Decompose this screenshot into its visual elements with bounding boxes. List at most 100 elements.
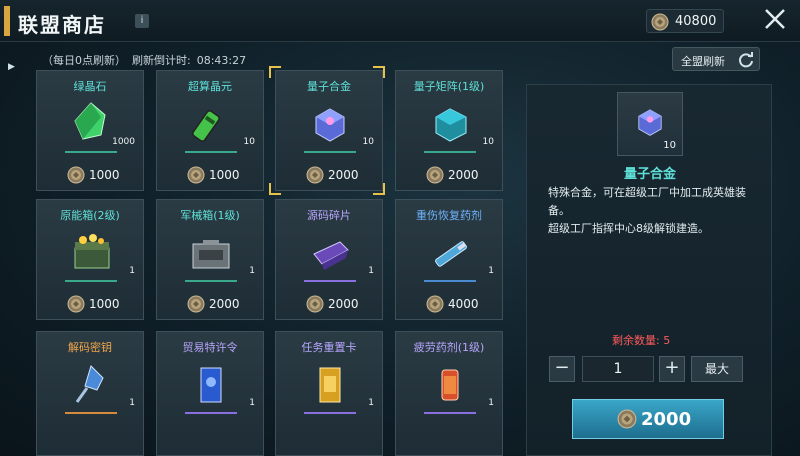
price-value: 2000	[448, 168, 479, 182]
quality-bar	[424, 280, 476, 282]
price-value: 1000	[89, 168, 120, 182]
selection-corner	[373, 183, 385, 195]
detail-description: 特殊合金，可在超级工厂中加工成英雄装备。 超级工厂指挥中心8级解锁建造。	[548, 184, 748, 238]
shop-item-card[interactable]: 超算晶元 10 1000	[156, 70, 264, 191]
item-quantity: 1	[129, 266, 135, 276]
alliance-coin-icon	[651, 13, 669, 31]
shop-item-card-selected[interactable]: 量子合金 10 2000	[275, 70, 383, 191]
quantum-matrix-icon	[435, 108, 467, 142]
description-line: 特殊合金，可在超级工厂中加工成英雄装备。	[548, 186, 746, 217]
item-quantity: 1	[488, 398, 494, 408]
decode-key-icon	[75, 365, 104, 403]
quantum-alloy-icon	[315, 108, 345, 142]
page-title: 联盟商店	[18, 13, 106, 37]
price-value: 2000	[328, 297, 359, 311]
refresh-icon	[739, 52, 753, 68]
detail-item-name: 量子合金	[623, 167, 676, 182]
item-quantity: 1	[488, 266, 494, 276]
refresh-all-button[interactable]: 全盟刷新	[672, 47, 760, 71]
item-quantity: 1000	[112, 137, 135, 147]
side-expand-icon[interactable]: ▶	[8, 62, 18, 72]
quantity-input[interactable]: 1	[582, 356, 654, 382]
alliance-coin-icon	[306, 295, 324, 313]
selection-corner	[373, 66, 385, 78]
price-value: 2000	[328, 168, 359, 182]
item-name: 源码碎片	[307, 209, 351, 222]
price-value: 1000	[209, 168, 240, 182]
item-quantity: 10	[362, 137, 374, 147]
alliance-coin-icon	[426, 166, 444, 184]
quality-bar	[65, 151, 117, 153]
item-quantity: 1	[249, 266, 255, 276]
item-name: 超算晶元	[188, 80, 232, 93]
quality-bar	[424, 412, 476, 414]
refresh-info: （每日0点刷新） 刷新倒计时: 08:43:27	[42, 52, 252, 68]
item-quantity: 1	[368, 398, 374, 408]
quality-bar	[424, 151, 476, 153]
quality-bar	[65, 412, 117, 414]
trade-permit-icon	[200, 367, 222, 403]
item-quantity: 1	[249, 398, 255, 408]
shop-item-card[interactable]: 重伤恢复药剂 1 4000	[395, 199, 503, 320]
item-name: 任务重置卡	[301, 341, 357, 354]
selection-corner	[269, 183, 281, 195]
quality-bar	[185, 151, 237, 153]
quality-bar	[185, 280, 237, 282]
alliance-coin-icon	[426, 295, 444, 313]
alliance-coin-icon	[67, 166, 85, 184]
shop-item-card[interactable]: 绿晶石 1000 1000	[36, 70, 144, 191]
price-value: 2000	[209, 297, 240, 311]
item-name: 解码密钥	[68, 341, 112, 354]
remaining-count: 剩余数量: 5	[612, 334, 671, 347]
detail-item-icon-frame: 10	[617, 92, 683, 156]
shop-item-card[interactable]: 源码碎片 1 2000	[275, 199, 383, 320]
header-bar: 联盟商店 i 40800	[0, 0, 800, 42]
item-quantity: 10	[243, 137, 255, 147]
alliance-coin-icon	[67, 295, 85, 313]
close-icon[interactable]	[760, 4, 790, 34]
shop-item-card[interactable]: 贸易特许令 1	[156, 331, 264, 456]
green-chip-icon	[192, 110, 220, 142]
shop-item-card[interactable]: 军械箱(1级) 1 2000	[156, 199, 264, 320]
item-name: 重伤恢复药剂	[416, 209, 482, 222]
currency-amount: 40800	[675, 14, 717, 29]
item-name: 原能箱(2级)	[60, 209, 120, 222]
item-name: 疲劳药剂(1级)	[413, 341, 485, 354]
increase-button[interactable]: +	[659, 356, 685, 382]
refresh-all-label: 全盟刷新	[681, 55, 725, 68]
syringe-icon	[435, 241, 467, 267]
quality-bar	[185, 412, 237, 414]
energy-chest-icon	[74, 234, 110, 269]
item-quantity: 1	[368, 266, 374, 276]
alliance-coin-icon	[617, 409, 637, 429]
fatigue-potion-icon	[441, 369, 459, 401]
countdown-value: 08:43:27	[196, 54, 247, 67]
quality-bar	[304, 280, 356, 282]
shop-item-card[interactable]: 任务重置卡 1	[275, 331, 383, 456]
description-line: 超级工厂指挥中心8级解锁建造。	[548, 222, 709, 235]
item-name: 军械箱(1级)	[180, 209, 240, 222]
item-name: 量子矩阵(1级)	[413, 80, 485, 93]
shop-item-card[interactable]: 量子矩阵(1级) 10 2000	[395, 70, 503, 191]
max-button[interactable]: 最大	[691, 356, 743, 382]
item-name: 量子合金	[307, 80, 351, 93]
shop-item-card[interactable]: 解码密钥 1	[36, 331, 144, 456]
shop-item-card[interactable]: 疲劳药剂(1级) 1	[395, 331, 503, 456]
code-fragment-icon	[313, 241, 349, 270]
quality-bar	[304, 151, 356, 153]
item-name: 贸易特许令	[182, 341, 238, 354]
shop-item-card[interactable]: 原能箱(2级) 1 1000	[36, 199, 144, 320]
title-accent	[4, 6, 10, 36]
daily-refresh-note: （每日0点刷新）	[42, 54, 126, 67]
buy-button[interactable]: 2000	[572, 399, 724, 439]
quality-bar	[65, 280, 117, 282]
decrease-button[interactable]: −	[549, 356, 575, 382]
countdown-label: 刷新倒计时:	[132, 54, 191, 67]
alliance-coin-icon	[187, 166, 205, 184]
price-value: 1000	[89, 297, 120, 311]
detail-item-quantity: 10	[663, 140, 676, 151]
info-button[interactable]: i	[135, 14, 149, 28]
quantum-alloy-icon	[638, 109, 662, 136]
quality-bar	[304, 412, 356, 414]
buy-price: 2000	[641, 409, 692, 430]
